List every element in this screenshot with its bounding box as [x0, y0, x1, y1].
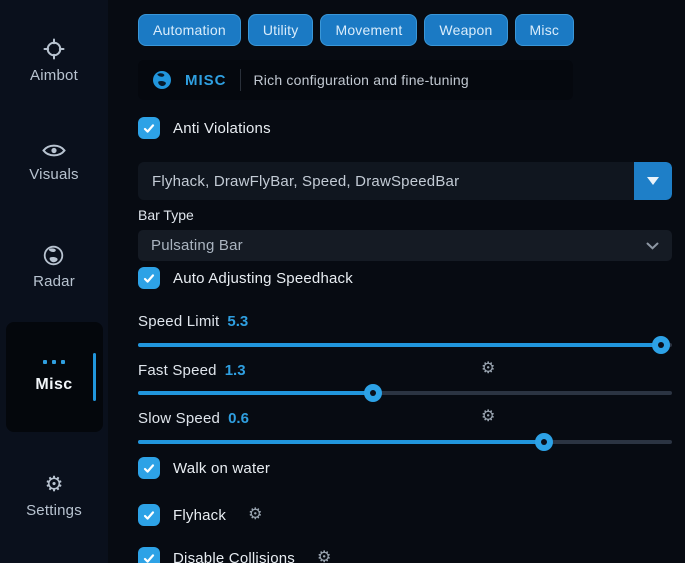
multi-select-value: Flyhack, DrawFlyBar, Speed, DrawSpeedBar — [138, 173, 634, 190]
slider-slow-speed-track[interactable] — [138, 440, 672, 444]
ellipsis-icon — [43, 360, 65, 364]
globe-icon — [152, 70, 172, 90]
slider-value: 0.6 — [228, 410, 249, 427]
main-content: Automation Utility Movement Weapon Misc … — [108, 0, 685, 563]
checkbox-label: Walk on water — [173, 460, 270, 477]
checkbox-label: Anti Violations — [173, 120, 271, 137]
sidebar-item-misc[interactable]: Misc — [6, 322, 103, 432]
bar-type-label: Bar Type — [138, 207, 672, 223]
sidebar-item-label: Visuals — [29, 166, 78, 183]
slider-speed-limit-track[interactable] — [138, 343, 672, 347]
tab-misc[interactable]: Misc — [515, 14, 575, 46]
gear-icon: ⚙ — [45, 474, 64, 495]
bar-multi-select[interactable]: Flyhack, DrawFlyBar, Speed, DrawSpeedBar — [138, 162, 672, 200]
section-title: MISC — [185, 72, 227, 89]
slider-label: Slow Speed — [138, 410, 220, 427]
checkbox-checked-icon[interactable] — [138, 267, 160, 289]
slider-value: 1.3 — [225, 362, 246, 379]
gear-icon[interactable]: ⚙ — [481, 409, 495, 425]
bar-type-dropdown[interactable]: Pulsating Bar — [138, 230, 672, 261]
globe-icon — [43, 245, 64, 266]
app-window: Aimbot Visuals Radar Mi — [0, 0, 685, 563]
checkbox-auto-adjusting-speedhack[interactable]: Auto Adjusting Speedhack — [138, 266, 672, 290]
section-header: MISC Rich configuration and fine-tuning — [138, 60, 573, 100]
slider-fill — [138, 440, 544, 444]
checkbox-label: Disable Collisions — [173, 550, 295, 563]
checkbox-label: Auto Adjusting Speedhack — [173, 270, 353, 287]
slider-handle[interactable] — [652, 336, 670, 354]
slider-handle[interactable] — [535, 433, 553, 451]
slider-fast-speed-track[interactable] — [138, 391, 672, 395]
checkbox-anti-violations[interactable]: Anti Violations — [138, 116, 672, 140]
dropdown-value: Pulsating Bar — [151, 237, 243, 254]
slider-fill — [138, 343, 661, 347]
sidebar-item-label: Misc — [35, 376, 72, 394]
tab-utility[interactable]: Utility — [248, 14, 314, 46]
eye-icon — [42, 142, 66, 159]
triangle-down-icon — [647, 177, 659, 185]
sidebar-item-radar[interactable]: Radar — [33, 245, 75, 290]
sidebar: Aimbot Visuals Radar Mi — [0, 0, 108, 563]
section-subtitle: Rich configuration and fine-tuning — [254, 72, 469, 88]
multi-select-open-button[interactable] — [634, 162, 672, 200]
checkbox-disable-collisions[interactable]: Disable Collisions ⚙ — [138, 546, 672, 563]
checkbox-label: Flyhack — [173, 507, 226, 524]
chevron-down-icon — [646, 242, 659, 250]
checkbox-checked-icon[interactable] — [138, 117, 160, 139]
sidebar-item-settings[interactable]: ⚙ Settings — [26, 474, 82, 519]
sidebar-item-visuals[interactable]: Visuals — [29, 142, 78, 183]
divider — [240, 69, 241, 91]
slider-label: Fast Speed — [138, 362, 217, 379]
checkbox-walk-on-water[interactable]: Walk on water — [138, 456, 672, 480]
checkbox-flyhack[interactable]: Flyhack ⚙ — [138, 503, 672, 527]
sidebar-item-aimbot[interactable]: Aimbot — [30, 38, 78, 84]
slider-value: 5.3 — [227, 313, 248, 330]
slider-speed-limit-labels: Speed Limit 5.3 — [138, 311, 672, 331]
gear-icon[interactable]: ⚙ — [481, 361, 495, 377]
crosshair-icon — [43, 38, 65, 60]
tab-weapon[interactable]: Weapon — [424, 14, 507, 46]
checkbox-checked-icon[interactable] — [138, 504, 160, 526]
slider-fill — [138, 391, 373, 395]
slider-slow-speed-labels: Slow Speed 0.6 ⚙ — [138, 408, 672, 428]
checkbox-checked-icon[interactable] — [138, 547, 160, 563]
tab-automation[interactable]: Automation — [138, 14, 241, 46]
gear-icon[interactable]: ⚙ — [248, 507, 262, 523]
sidebar-item-label: Settings — [26, 502, 82, 519]
checkbox-checked-icon[interactable] — [138, 457, 160, 479]
sidebar-item-label: Radar — [33, 273, 75, 290]
tab-movement[interactable]: Movement — [320, 14, 417, 46]
slider-label: Speed Limit — [138, 313, 219, 330]
category-tabs: Automation Utility Movement Weapon Misc — [138, 14, 672, 46]
sidebar-item-label: Aimbot — [30, 67, 78, 84]
gear-icon[interactable]: ⚙ — [317, 550, 331, 563]
slider-handle[interactable] — [364, 384, 382, 402]
active-tab-indicator — [93, 353, 96, 401]
slider-fast-speed-labels: Fast Speed 1.3 ⚙ — [138, 360, 672, 380]
